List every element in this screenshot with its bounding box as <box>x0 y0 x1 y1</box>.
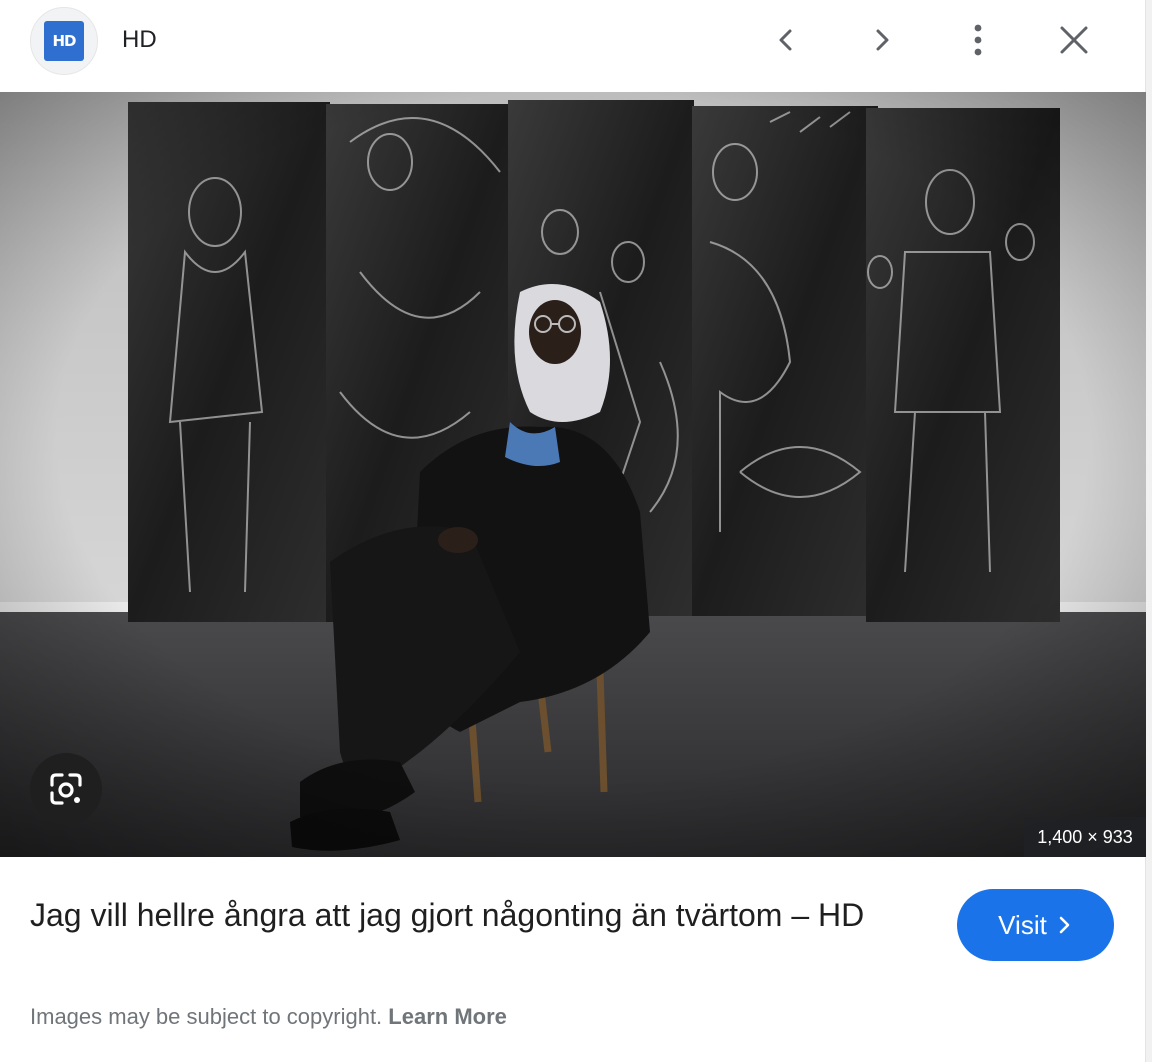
image-viewer-panel: HD HD 1,400 × 933 Jag vill hellre ångra … <box>0 0 1146 1062</box>
site-name[interactable]: HD <box>122 26 157 54</box>
chevron-right-small-icon <box>1059 916 1070 934</box>
site-logo-mark: HD <box>44 21 84 61</box>
more-options-button[interactable] <box>954 16 1002 64</box>
scrollbar-track[interactable] <box>1146 0 1152 1062</box>
main-image[interactable]: 1,400 × 933 <box>0 92 1146 857</box>
image-dimensions: 1,400 × 933 <box>1024 817 1146 857</box>
copyright-notice: Images may be subject to copyright. Lear… <box>30 1004 507 1030</box>
learn-more-link[interactable]: Learn More <box>388 1004 507 1029</box>
google-lens-icon <box>50 773 82 805</box>
google-lens-button[interactable] <box>30 753 102 825</box>
visit-label: Visit <box>998 909 1047 940</box>
site-logo[interactable]: HD <box>30 7 98 75</box>
chevron-right-icon <box>876 29 889 51</box>
close-icon <box>1060 26 1088 54</box>
chevron-left-icon <box>779 29 792 51</box>
viewer-header: HD HD <box>0 0 1146 92</box>
previous-button[interactable] <box>762 16 810 64</box>
copyright-text: Images may be subject to copyright. <box>30 1004 383 1029</box>
visit-button[interactable]: Visit <box>957 889 1114 961</box>
result-title[interactable]: Jag vill hellre ångra att jag gjort någo… <box>30 892 930 939</box>
artwork-photo <box>0 92 1146 857</box>
more-vert-icon <box>974 24 982 56</box>
next-button[interactable] <box>858 16 906 64</box>
close-button[interactable] <box>1050 16 1098 64</box>
